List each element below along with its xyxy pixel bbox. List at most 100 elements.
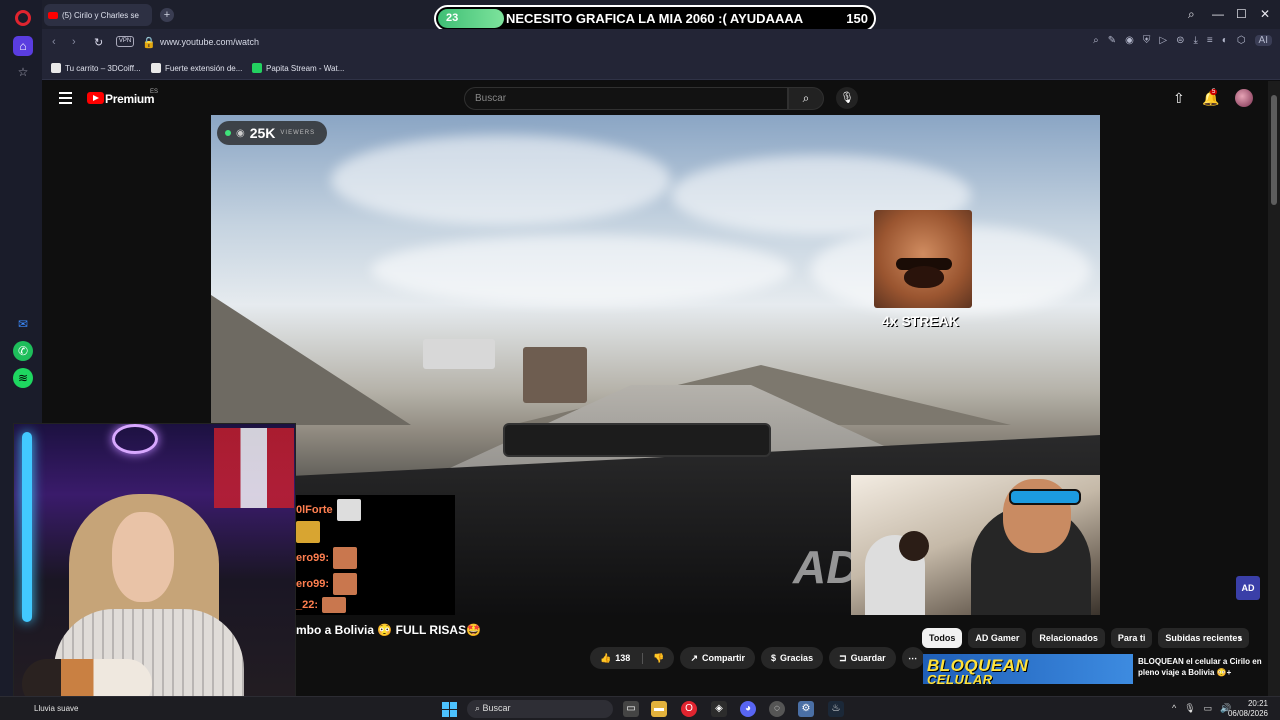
avatar[interactable] [1235, 89, 1253, 107]
recommended-title[interactable]: BLOQUEAN el celular a Cirilo en pleno vi… [1138, 656, 1266, 678]
shield-icon[interactable]: ⛨ [1143, 35, 1151, 46]
display-icon[interactable]: ▭ [1204, 703, 1213, 714]
mic-icon[interactable]: 🎙 [1184, 703, 1195, 714]
filter-chips: Todos AD Gamer Relacionados Para ti Subi… [922, 628, 1250, 648]
profile-icon[interactable]: ◐ [1222, 35, 1228, 46]
neon-light [22, 432, 32, 622]
chip-ad-gamer[interactable]: AD Gamer [968, 628, 1027, 648]
clock[interactable]: 20:21 06/08/2026 [1228, 699, 1268, 719]
zoom-icon[interactable]: ⌕ [1093, 35, 1099, 46]
like-button[interactable]: 👍 138 👎 [590, 647, 675, 669]
chat-emote [333, 547, 358, 569]
opera-app-icon[interactable]: O [681, 701, 697, 717]
star-icon[interactable]: ☆ [13, 62, 33, 82]
channel-badge[interactable]: AD [1236, 576, 1260, 600]
video-pickup-truck [523, 347, 587, 403]
search-icon: ⌕ [802, 91, 810, 105]
whatsapp-icon[interactable]: ✆ [13, 341, 33, 361]
tab-youtube[interactable]: (5) Cirilo y Charles se [44, 4, 152, 26]
file-explorer-icon[interactable]: ▬ [651, 701, 667, 717]
settings-icon[interactable]: ⚙ [798, 701, 814, 717]
opera-logo-icon[interactable] [15, 10, 31, 26]
spotify-icon[interactable]: ≋ [13, 368, 33, 388]
camera-icon[interactable]: ◉ [1125, 35, 1134, 46]
chat-emote [322, 597, 347, 613]
maximize-icon[interactable]: ☐ [1236, 7, 1247, 21]
url-field[interactable]: www.youtube.com/watch [160, 37, 259, 47]
thanks-icon: $ [771, 653, 777, 663]
reload-icon[interactable]: ↻ [94, 36, 103, 49]
chip-related[interactable]: Relacionados [1032, 628, 1105, 648]
search-input[interactable]: Buscar [464, 87, 788, 110]
toolbar-icons: ⌕ ✎ ◉ ⛨ ▷ ⊜ ⤓ ≡ ◐ ⬡ AI [1093, 35, 1272, 46]
goal-current: 23 [446, 12, 459, 24]
share-label: Compartir [702, 653, 746, 663]
search-button[interactable]: ⌕ [788, 87, 824, 110]
back-icon[interactable]: ‹ [52, 36, 56, 48]
ai-button[interactable]: AI [1254, 35, 1272, 46]
new-tab-button[interactable]: + [160, 8, 174, 22]
bookmark-item[interactable]: Fuerte extensión de... [151, 63, 242, 73]
bookmark-favicon-icon [151, 63, 161, 73]
microphone-icon[interactable]: 🎙 [836, 87, 858, 109]
thanks-button[interactable]: $ Gracias [761, 647, 824, 669]
bookmark-item[interactable]: Papita Stream - Wat... [252, 63, 344, 73]
close-icon[interactable]: ✕ [1260, 7, 1270, 21]
menu-icon[interactable] [59, 92, 72, 107]
vpn-badge[interactable]: VPN [116, 36, 134, 47]
youtube-logo-icon[interactable] [87, 92, 104, 104]
video-actions: 👍 138 👎 ↗ Compartir $ Gracias ⊐ Guardar … [590, 647, 924, 669]
upload-icon[interactable]: ⇧ [1173, 90, 1185, 107]
app-icon[interactable]: ◌ [769, 701, 785, 717]
chevron-up-icon[interactable]: ^ [1172, 703, 1176, 714]
search-tabs-icon[interactable]: ⌕ [1188, 7, 1195, 22]
thanks-label: Gracias [780, 653, 814, 663]
app-icon[interactable]: ◈ [711, 701, 727, 717]
extensions-icon[interactable]: ⬡ [1237, 35, 1246, 46]
video-cloud [331, 135, 671, 225]
steam-icon[interactable]: ♨ [828, 701, 844, 717]
recommended-thumbnail[interactable]: BLOQUEAN CELULAR [923, 654, 1133, 684]
home-icon[interactable]: ⌂ [13, 36, 33, 56]
bookmark-item[interactable]: Tu carrito – 3DCoiff... [51, 63, 141, 73]
weather-label[interactable]: Lluvia suave [34, 704, 78, 713]
clock-date: 06/08/2026 [1227, 709, 1268, 718]
car-camera-inset [851, 475, 1100, 615]
youtube-favicon-icon [48, 11, 58, 19]
save-button[interactable]: ⊐ Guardar [829, 647, 896, 669]
play-icon[interactable]: ▷ [1159, 35, 1167, 46]
eye-icon: ◉ [236, 127, 245, 139]
chat-emote [336, 499, 361, 521]
menu-icon[interactable]: ≡ [1207, 35, 1213, 46]
passenger-head [899, 531, 929, 561]
chip-all[interactable]: Todos [922, 628, 963, 648]
live-dot-icon [225, 130, 231, 136]
windows-start-icon[interactable] [442, 702, 457, 717]
wall-flag [214, 428, 294, 508]
streamer-face [112, 512, 174, 602]
wallet-icon[interactable]: ⊜ [1176, 35, 1184, 46]
scrollbar-thumb[interactable] [1271, 95, 1277, 205]
chip-recent[interactable]: Subidas recientes [1158, 628, 1250, 648]
edit-icon[interactable]: ✎ [1108, 35, 1116, 46]
chip-for-you[interactable]: Para ti [1110, 628, 1153, 648]
more-icon: ⋯ [908, 652, 918, 663]
thumbs-down-icon[interactable]: 👎 [642, 652, 674, 664]
download-icon[interactable]: ⤓ [1194, 35, 1198, 46]
minimize-icon[interactable]: — [1212, 7, 1224, 21]
forward-icon[interactable]: › [72, 36, 76, 48]
share-button[interactable]: ↗ Compartir [680, 647, 756, 669]
chevron-right-icon[interactable]: › [1238, 631, 1242, 645]
chat-line: ero99: [296, 573, 358, 595]
page-scrollbar[interactable] [1268, 81, 1280, 696]
like-count: 138 [615, 653, 631, 663]
taskbar-search[interactable]: ⌕ Buscar [467, 700, 613, 718]
youtube-brand[interactable]: Premium [105, 92, 155, 106]
chat-emote [333, 573, 358, 595]
discord-icon[interactable]: ◕ [740, 701, 756, 717]
goal-text: NECESITO GRAFICA LA MIA 2060 :( AYUDAAAA [506, 11, 804, 26]
share-icon: ↗ [690, 652, 699, 663]
task-view-icon[interactable]: ▭ [623, 701, 639, 717]
more-actions-button[interactable]: ⋯ [901, 647, 924, 669]
messenger-icon[interactable]: ✉ [13, 314, 33, 334]
